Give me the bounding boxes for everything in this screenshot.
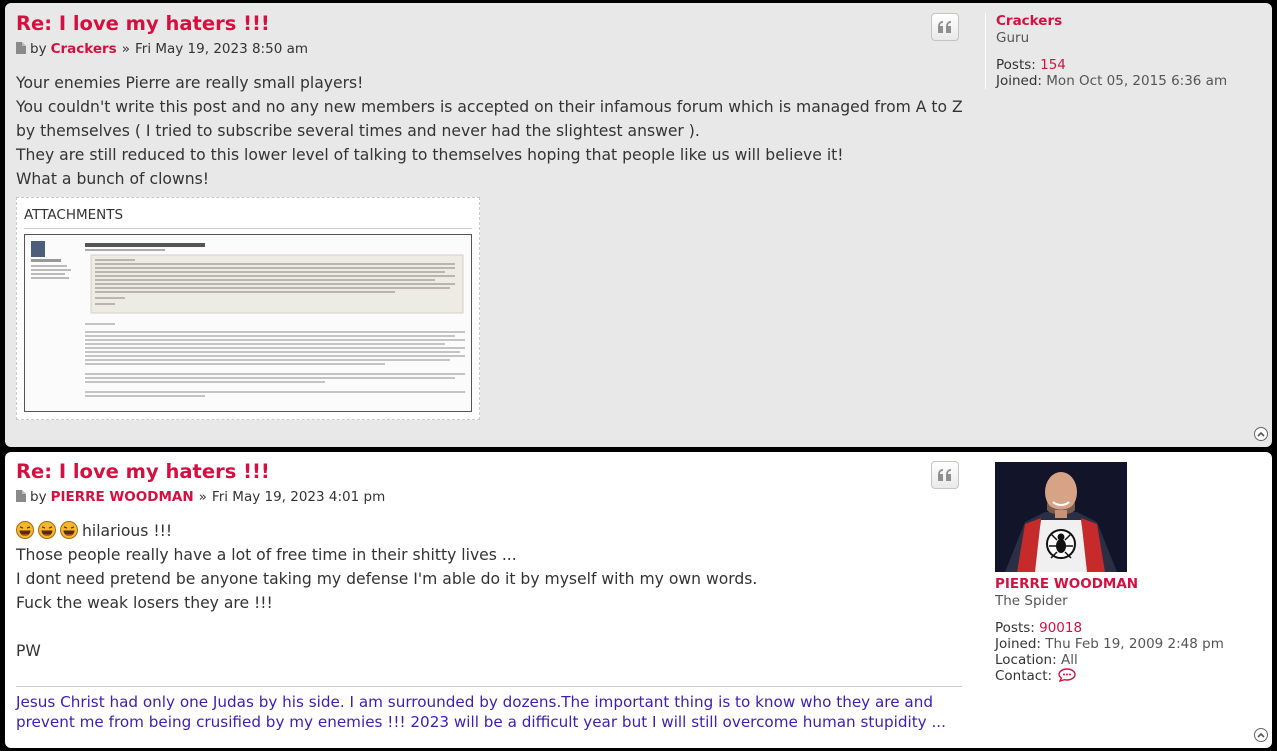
laughing-emoji-icon: [16, 521, 34, 539]
content-line: Those people really have a lot of free t…: [16, 546, 517, 564]
attachment-image[interactable]: [24, 234, 472, 412]
joined-date: Thu Feb 19, 2009 2:48 pm: [1045, 636, 1224, 652]
profile-posts: Posts: 154: [996, 57, 1227, 73]
chevron-up-icon: [1257, 732, 1265, 738]
back-to-top-button[interactable]: [1254, 728, 1268, 742]
profile-joined: Joined: Mon Oct 05, 2015 6:36 am: [996, 73, 1227, 89]
content-line-blank: [16, 615, 966, 639]
by-label: by: [30, 489, 47, 505]
laughing-emoji-icon: [38, 521, 56, 539]
content-line: What a bunch of clowns!: [16, 170, 209, 188]
profile-username[interactable]: Crackers: [996, 13, 1227, 29]
post-profile: PIERRE WOODMAN The Spider Posts: 90018 J…: [985, 462, 1224, 684]
post-content: Your enemies Pierre are really small pla…: [16, 71, 966, 191]
post-meta: by PIERRE WOODMAN» Fri May 19, 2023 4:01 p…: [16, 489, 385, 505]
content-line: I dont need pretend be anyone taking my …: [16, 570, 758, 588]
posts-label: Posts:: [996, 57, 1036, 73]
joined-label: Joined:: [996, 73, 1042, 89]
separator: »: [121, 41, 130, 57]
quote-icon: [938, 21, 951, 33]
post-2: Re: I love my haters !!! by PIERRE WOODMA…: [5, 452, 1272, 748]
location-label: Location:: [995, 652, 1057, 668]
attachment-screenshot-thumbnail: [25, 235, 471, 411]
content-line-first: hilarious !!!: [16, 519, 966, 543]
chevron-up-icon: [1257, 431, 1265, 437]
joined-date: Mon Oct 05, 2015 6:36 am: [1046, 73, 1228, 89]
post-author[interactable]: PIERRE WOODMAN: [51, 489, 194, 505]
separator: »: [198, 489, 207, 505]
signature: Jesus Christ had only one Judas by his s…: [16, 686, 962, 732]
profile-rank: The Spider: [995, 593, 1068, 609]
profile-joined: Joined: Thu Feb 19, 2009 2:48 pm: [995, 636, 1224, 652]
quote-button[interactable]: [931, 13, 959, 41]
content-line: Your enemies Pierre are really small pla…: [16, 74, 364, 92]
profile-posts: Posts: 90018: [995, 620, 1224, 636]
location-value: All: [1060, 652, 1078, 668]
profile-location: Location: All: [995, 652, 1224, 668]
post-content: hilarious !!! Those people really have a…: [16, 519, 966, 663]
by-label: by: [30, 41, 47, 57]
laughing-emoji-icon: [60, 521, 78, 539]
avatar[interactable]: [995, 462, 1127, 572]
content-first-text: hilarious !!!: [82, 522, 173, 540]
contact-label: Contact:: [995, 668, 1053, 684]
post-title[interactable]: Re: I love my haters !!!: [16, 12, 270, 35]
profile-contact: Contact:: [995, 668, 1224, 684]
divider: [24, 228, 472, 229]
post-profile: Crackers Guru Posts: 154 Joined: Mon Oct…: [985, 13, 1227, 89]
quote-button[interactable]: [931, 461, 959, 489]
post-date: Fri May 19, 2023 8:50 am: [134, 41, 308, 57]
joined-label: Joined:: [995, 636, 1041, 652]
post-1: Re: I love my haters !!! by Crackers» Fri …: [5, 3, 1272, 447]
posts-label: Posts:: [995, 620, 1035, 636]
document-icon: [16, 490, 26, 502]
speech-bubble-icon[interactable]: [1058, 668, 1077, 683]
posts-count[interactable]: 90018: [1039, 620, 1082, 636]
post-title[interactable]: Re: I love my haters !!!: [16, 460, 270, 483]
post-meta: by Crackers» Fri May 19, 2023 8:50 am: [16, 41, 308, 57]
post-author[interactable]: Crackers: [51, 41, 117, 57]
content-line: You couldn't write this post and no any …: [16, 98, 963, 140]
post-date: Fri May 19, 2023 4:01 pm: [211, 489, 386, 505]
attachments-label: ATTACHMENTS: [24, 207, 124, 223]
profile-rank: Guru: [996, 30, 1030, 46]
posts-count[interactable]: 154: [1040, 57, 1066, 73]
attachments-box: ATTACHMENTS: [16, 197, 480, 420]
content-line: Fuck the weak losers they are !!!: [16, 594, 273, 612]
content-line: PW: [16, 642, 41, 660]
back-to-top-button[interactable]: [1254, 427, 1268, 441]
content-line: They are still reduced to this lower lev…: [16, 146, 844, 164]
document-icon: [16, 42, 26, 54]
quote-icon: [938, 469, 951, 481]
profile-username[interactable]: PIERRE WOODMAN: [995, 576, 1224, 592]
